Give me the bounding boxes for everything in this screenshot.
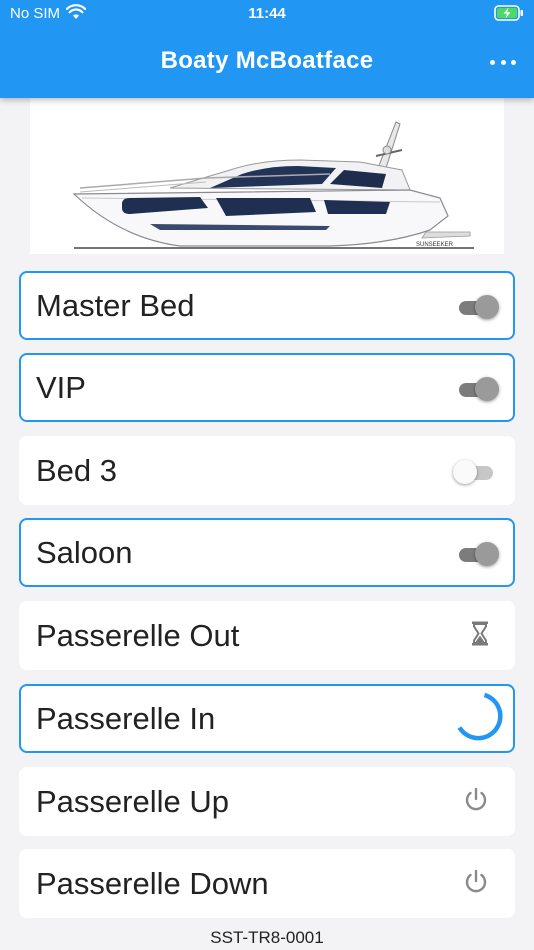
progress-spinner xyxy=(453,689,507,748)
tile-label: Passerelle Up xyxy=(36,783,229,819)
clock: 11:44 xyxy=(248,5,286,22)
tile-label: Bed 3 xyxy=(36,452,118,488)
power-icon xyxy=(463,786,489,817)
app-bar: No SIM 11:44 Boaty McBoatface xyxy=(0,0,534,98)
boat-image: SUNSEEKER xyxy=(30,98,504,254)
page-title: Boaty McBoatface xyxy=(160,47,374,74)
status-bar: No SIM 11:44 xyxy=(0,0,534,28)
tile-passerelle-up[interactable]: Passerelle Up xyxy=(19,767,515,836)
tile-saloon[interactable]: Saloon xyxy=(19,518,515,587)
saloon-switch[interactable] xyxy=(453,540,499,566)
battery-charging-icon xyxy=(494,5,524,25)
vip-switch[interactable] xyxy=(453,375,499,401)
tile-passerelle-out[interactable]: Passerelle Out xyxy=(19,601,515,670)
tile-passerelle-down[interactable]: Passerelle Down xyxy=(19,849,515,918)
tile-label: Passerelle In xyxy=(36,700,216,736)
tile-label: VIP xyxy=(36,369,86,405)
tile-label: Passerelle Out xyxy=(36,617,240,653)
more-horiz-icon xyxy=(490,59,495,65)
more-options-button[interactable] xyxy=(490,51,516,73)
tile-master-bed[interactable]: Master Bed xyxy=(19,271,515,340)
master-bed-switch[interactable] xyxy=(453,293,499,319)
power-icon xyxy=(463,868,489,899)
boat-brand-label: SUNSEEKER xyxy=(416,242,454,248)
bed-3-switch[interactable] xyxy=(453,458,499,484)
tile-label: Passerelle Down xyxy=(36,865,269,901)
tile-label: Master Bed xyxy=(36,287,195,323)
hourglass-icon xyxy=(471,620,489,651)
tile-label: Saloon xyxy=(36,534,133,570)
tile-vip[interactable]: VIP xyxy=(19,353,515,422)
tile-bed-3[interactable]: Bed 3 xyxy=(19,436,515,505)
tile-passerelle-in[interactable]: Passerelle In xyxy=(19,684,515,753)
device-id-label: SST-TR8-0001 xyxy=(210,928,324,947)
